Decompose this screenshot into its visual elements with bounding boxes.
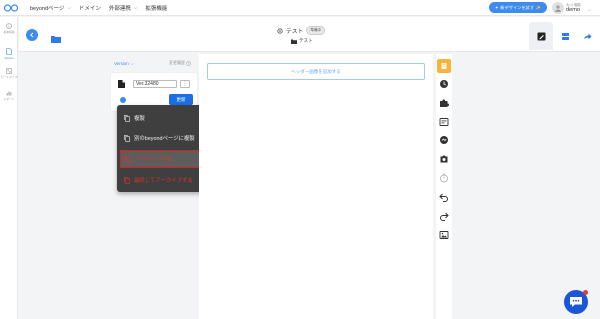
menu-item-label: 複製 xyxy=(134,116,145,122)
sidebar-item-label: Version xyxy=(4,56,14,60)
sidebar-item-basic-info[interactable]: 基本情報 xyxy=(0,23,18,34)
tool-components[interactable] xyxy=(437,96,451,110)
help-icon: ? xyxy=(186,60,191,66)
version-heading[interactable]: Version ⌵ xyxy=(114,61,134,66)
folder-icon xyxy=(51,36,61,43)
folder-button[interactable] xyxy=(51,30,61,48)
update-button[interactable]: 更新 xyxy=(169,94,193,105)
tool-undo[interactable] xyxy=(437,190,451,204)
beyond-logo-icon[interactable] xyxy=(0,0,22,16)
archive-icon xyxy=(121,155,135,163)
nav-integrations[interactable]: 外部連携 ⌵ xyxy=(109,4,137,12)
link-icon xyxy=(440,136,448,144)
puzzle-icon xyxy=(440,99,449,107)
page-title: テスト 準備中 xyxy=(277,26,326,35)
nav-label: 拡張機能 xyxy=(145,5,168,12)
version-name-field[interactable]: Ver.32480 xyxy=(133,80,177,88)
history-icon xyxy=(440,80,448,88)
user-name[interactable]: demo xyxy=(566,7,580,13)
heatmap-icon xyxy=(6,68,12,74)
nav-label: ドメイン xyxy=(78,5,101,12)
tab-settings[interactable] xyxy=(553,22,577,50)
gear-icon[interactable] xyxy=(277,27,283,34)
share-icon xyxy=(583,33,591,39)
add-header-image-button[interactable]: ヘッダー画像を追加する xyxy=(207,63,425,80)
page-canvas[interactable] xyxy=(199,54,433,319)
camera-icon xyxy=(440,155,448,163)
sidebar-item-label: レポート xyxy=(3,97,15,101)
right-toolbar xyxy=(436,54,452,319)
nav-domain[interactable]: ドメイン xyxy=(79,4,101,12)
editor-header: テスト 準備中 テスト xyxy=(19,17,600,52)
history-label-text: 変更履歴 xyxy=(169,60,185,65)
version-heading-label: Version xyxy=(114,61,129,66)
tool-form[interactable] xyxy=(437,115,451,129)
tool-image[interactable] xyxy=(437,228,451,242)
copy-icon xyxy=(120,134,134,142)
sidebar-item-report[interactable]: レポート xyxy=(0,90,18,101)
chevron-left-icon xyxy=(30,32,34,38)
document-icon xyxy=(441,63,447,69)
redo-icon xyxy=(440,212,449,221)
sidebar-item-label: 基本情報 xyxy=(3,30,15,34)
version-selected-radio[interactable] xyxy=(120,97,126,103)
version-more-button[interactable]: ⋮ xyxy=(180,80,190,88)
tool-history[interactable] xyxy=(437,77,451,91)
file-icon xyxy=(6,48,12,55)
nav-label: beyondページ xyxy=(30,5,65,12)
notification-dot xyxy=(583,290,588,295)
tool-redo[interactable] xyxy=(437,209,451,223)
tool-integration[interactable] xyxy=(437,133,451,147)
menu-item-label: 最終してアーカイブする xyxy=(134,178,193,184)
try-new-design-button[interactable]: ✦ 新デザインを試す ✨ xyxy=(489,2,547,13)
tab-edit[interactable] xyxy=(529,22,553,50)
document-icon xyxy=(118,80,125,88)
back-button[interactable] xyxy=(26,29,38,41)
image-icon xyxy=(439,231,449,239)
archive-icon xyxy=(120,176,134,184)
layers-icon xyxy=(561,32,569,40)
chart-icon xyxy=(6,91,12,96)
copy-icon xyxy=(120,114,134,122)
status-badge: 準備中 xyxy=(306,26,326,35)
page-title-text: テスト xyxy=(286,29,304,35)
menu-item-label: 別のbeyondページに複製 xyxy=(134,136,195,142)
chevron-down-icon: ⌵ xyxy=(130,61,135,66)
nav-beyond-pages[interactable]: beyondページ ⌵ xyxy=(30,4,71,12)
folder-breadcrumb: テスト xyxy=(291,38,313,44)
folder-name: テスト xyxy=(299,38,313,43)
tool-page-settings[interactable] xyxy=(437,59,451,73)
form-icon xyxy=(439,118,449,126)
chat-icon xyxy=(570,297,582,307)
nav-label: 外部連携 xyxy=(108,5,131,12)
timer-icon xyxy=(440,173,448,183)
tab-share[interactable] xyxy=(575,22,599,50)
sidebar-item-label: ヒートマップ xyxy=(0,75,18,79)
chevron-down-icon: ⌵ xyxy=(67,5,71,10)
left-sidebar: 基本情報 Version ヒートマップ レポート xyxy=(0,17,18,319)
nav-extensions[interactable]: 拡張機能 xyxy=(145,4,167,12)
info-icon xyxy=(6,23,12,29)
sidebar-item-heatmap[interactable]: ヒートマップ xyxy=(0,68,18,79)
edit-icon xyxy=(537,32,545,40)
tool-timer[interactable] xyxy=(437,171,451,185)
try-new-design-label: 新デザインを試す xyxy=(500,4,534,10)
sidebar-item-version[interactable]: Version xyxy=(0,48,18,60)
emoji-icon: ✨ xyxy=(535,4,542,10)
tool-camera[interactable] xyxy=(437,152,451,166)
sparkle-icon: ✦ xyxy=(494,5,499,10)
chevron-down-icon: ⌵ xyxy=(133,5,138,10)
change-history-label[interactable]: 変更履歴 ? xyxy=(169,60,191,66)
menu-item-label: アーカイブする xyxy=(135,157,173,163)
svg-text:?: ? xyxy=(188,61,190,65)
undo-icon xyxy=(439,193,448,202)
chevron-down-icon[interactable]: ⌵ xyxy=(588,7,591,12)
folder-icon xyxy=(291,39,297,44)
avatar[interactable] xyxy=(552,2,564,14)
